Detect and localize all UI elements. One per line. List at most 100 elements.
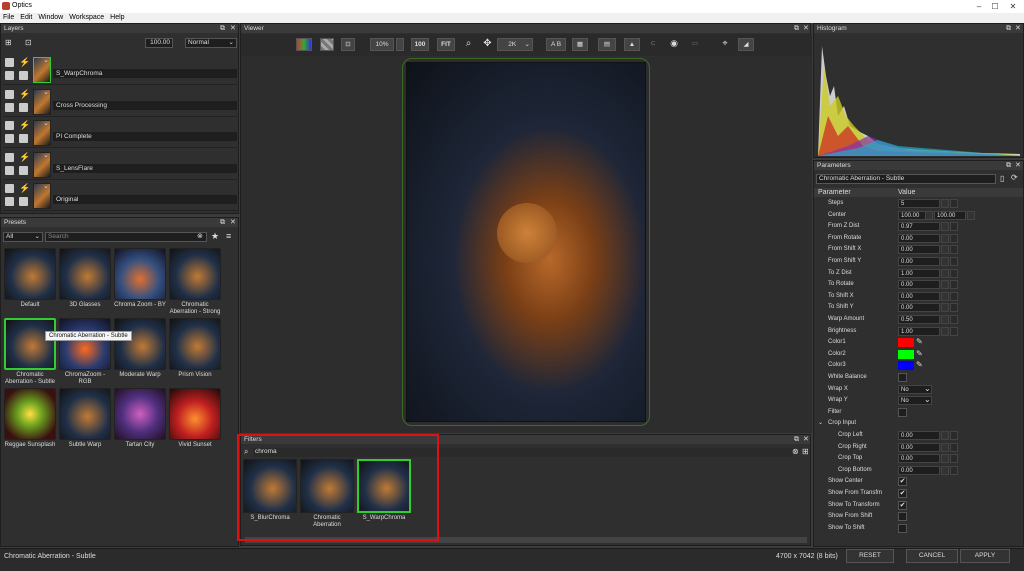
move-icon[interactable]: ✥ (481, 38, 494, 51)
zoom-fit-button[interactable]: FIT (437, 38, 455, 51)
param-slider[interactable] (950, 326, 958, 336)
param-slider[interactable] (950, 315, 958, 324)
camera-icon[interactable]: ◉ (666, 38, 682, 51)
param-stepper[interactable] (941, 257, 949, 266)
chevron-down-icon[interactable]: ⌄ (43, 119, 49, 127)
resolution-select[interactable]: 2K ⌄ (497, 38, 533, 51)
split-horizontal-icon[interactable]: ▤ (598, 38, 616, 51)
param-stepper[interactable] (941, 303, 949, 313)
undock-icon[interactable]: ⧉ (794, 24, 799, 33)
layer-row[interactable]: ⚡ ⌄ Cross Processing (3, 88, 237, 117)
menu-workspace[interactable]: Workspace (66, 13, 107, 23)
cancel-button[interactable]: CANCEL (906, 549, 958, 563)
param-value[interactable]: 0.00 (898, 245, 940, 255)
param-slider[interactable] (950, 291, 958, 301)
undock-icon[interactable]: ⧉ (220, 24, 225, 33)
zoom-field[interactable]: 10% (370, 38, 394, 51)
menu-icon[interactable]: ≡ (226, 231, 231, 241)
visibility-icon[interactable] (5, 152, 14, 162)
preset-thumbnail[interactable] (169, 388, 221, 440)
param-checkbox[interactable]: ✔ (898, 477, 907, 487)
preset-item[interactable]: Default (4, 248, 56, 309)
param-stepper[interactable] (941, 326, 949, 336)
split-view-icon[interactable]: ▦ (572, 38, 588, 51)
mask-icon[interactable] (19, 71, 28, 80)
param-value[interactable]: 0.00 (898, 303, 940, 313)
param-value[interactable]: 0.50 (898, 315, 940, 324)
magnifier-icon[interactable]: ⌕ (462, 38, 475, 51)
param-stepper[interactable] (941, 454, 949, 464)
chevron-down-icon[interactable]: ⌄ (43, 56, 49, 64)
preset-item[interactable]: Prism Vision (169, 318, 221, 379)
undock-icon[interactable]: ⧉ (1006, 161, 1011, 170)
menu-window[interactable]: Window (35, 13, 66, 23)
mask-icon[interactable] (19, 102, 28, 112)
param-slider[interactable] (950, 465, 958, 475)
close-icon[interactable]: ✕ (803, 435, 809, 444)
param-checkbox[interactable] (898, 523, 907, 533)
close-icon[interactable]: ✕ (1015, 161, 1021, 170)
preset-thumbnail[interactable] (59, 318, 111, 370)
color-swatch[interactable] (898, 338, 914, 348)
histogram-toggle-icon[interactable]: ◢ (738, 38, 754, 51)
param-stepper[interactable] (967, 210, 975, 220)
monitor-icon[interactable] (5, 71, 14, 80)
param-slider[interactable] (950, 222, 958, 232)
chevron-down-icon[interactable]: ⌄ (924, 384, 931, 393)
param-value-2[interactable]: 100.00 (934, 210, 966, 220)
param-value[interactable]: 0.00 (898, 431, 940, 440)
menu-edit[interactable]: Edit (17, 13, 35, 23)
param-value[interactable]: 0.00 (898, 257, 940, 266)
layer-row[interactable]: ⚡ ⌄ Original (3, 182, 237, 211)
param-checkbox[interactable]: ✔ (898, 500, 907, 510)
param-value[interactable]: 0.00 (898, 465, 940, 475)
param-slider[interactable] (950, 245, 958, 255)
close-icon[interactable]: ✕ (803, 24, 809, 33)
mask-icon[interactable] (19, 165, 28, 175)
lightning-icon[interactable]: ⚡ (19, 152, 30, 163)
preset-item[interactable]: Reggae Sunsplash (4, 388, 56, 449)
param-slider[interactable] (950, 233, 958, 243)
crosshair-icon[interactable]: ⌖ (718, 38, 732, 51)
preset-search-input[interactable]: Search (45, 232, 207, 242)
preset-thumbnail[interactable] (114, 248, 166, 300)
param-stepper[interactable] (925, 210, 933, 220)
chevron-down-icon[interactable]: ⌄ (43, 182, 49, 190)
document-icon[interactable]: ▯ (1000, 174, 1004, 183)
close-icon[interactable]: ✕ (1015, 24, 1021, 33)
param-stepper[interactable] (941, 465, 949, 475)
preset-filter-select[interactable]: All ⌄ (3, 232, 43, 242)
param-value[interactable]: 0.00 (898, 454, 940, 464)
visibility-icon[interactable] (5, 184, 14, 193)
param-slider[interactable] (950, 303, 958, 313)
param-slider[interactable] (950, 268, 958, 278)
param-slider[interactable] (950, 454, 958, 464)
checker-icon[interactable] (320, 38, 334, 51)
layer-row[interactable]: ⚡ ⌄ S_WarpChroma (3, 56, 237, 85)
clear-search-icon[interactable]: ⊗ (197, 232, 203, 240)
preset-thumbnail[interactable] (59, 388, 111, 440)
mask-icon[interactable] (19, 197, 28, 206)
preset-thumbnail[interactable] (114, 388, 166, 440)
close-icon[interactable]: ✕ (230, 218, 236, 227)
undock-icon[interactable]: ⧉ (794, 435, 799, 444)
param-value[interactable]: 0.00 (898, 291, 940, 301)
clear-search-icon[interactable]: ⊗ (792, 447, 799, 456)
param-stepper[interactable] (941, 315, 949, 324)
reset-button[interactable]: RESET (846, 549, 894, 563)
preset-thumbnail[interactable] (169, 318, 221, 370)
param-stepper[interactable] (941, 233, 949, 243)
param-stepper[interactable] (941, 199, 949, 208)
param-value[interactable]: 0.00 (898, 442, 940, 452)
frame-icon[interactable]: ⊡ (341, 38, 355, 51)
param-value[interactable]: 1.00 (898, 326, 940, 336)
param-checkbox[interactable] (898, 512, 907, 522)
close-icon[interactable]: ✕ (230, 24, 236, 33)
undock-icon[interactable]: ⧉ (220, 218, 225, 227)
menu-file[interactable]: File (0, 13, 17, 23)
param-slider[interactable] (950, 257, 958, 266)
refresh-icon[interactable]: ⟳ (1011, 173, 1018, 182)
chevron-down-icon[interactable]: ⌄ (924, 395, 931, 404)
preset-thumbnail[interactable] (4, 248, 56, 300)
chevron-down-icon[interactable]: ⌄ (818, 419, 823, 426)
